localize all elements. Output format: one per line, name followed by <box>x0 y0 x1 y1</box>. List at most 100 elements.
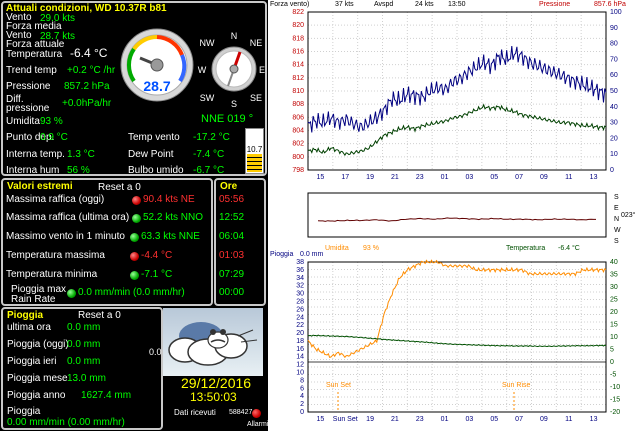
chart3-ytick-left-13: 26 <box>296 306 304 313</box>
chart3-xtick-2: 19 <box>366 416 374 423</box>
chart1-header-avspd-value: 24 kts <box>415 1 434 8</box>
chart1-ytick-left-8: 814 <box>292 62 304 69</box>
chart3-ytick-right-8: 20 <box>610 309 618 316</box>
chart1-ytick-right-6: 60 <box>610 72 618 79</box>
chart3-xtick-4: 23 <box>416 416 424 423</box>
rain-label-1: Pioggia (oggi) <box>7 339 69 350</box>
extreme-indicator-0 <box>132 196 141 205</box>
wind-pressure-chart: 798 800 802 804 806 808 810 812 814 816 818 820 822 0… <box>268 0 640 187</box>
rain-label-3: Pioggia mese <box>7 373 68 384</box>
chart3-header-humidity-value: 93 % <box>363 245 379 252</box>
chart3-ytick-left-10: 20 <box>296 330 304 337</box>
chart1-ytick-right-7: 70 <box>610 56 618 63</box>
extreme-label-2: Massimo vento in 1 minuto <box>6 231 125 242</box>
chart2-letter-2: N <box>614 216 619 223</box>
chart3-xtick-6: 03 <box>466 416 474 423</box>
chart1-ytick-right-5: 50 <box>610 88 618 95</box>
rain-reset[interactable]: Reset a 0 <box>78 311 121 321</box>
extreme-time-0: 05:56 <box>219 194 245 205</box>
wet-bulb-value: -6.7 °C <box>193 165 225 176</box>
compass-e: E <box>259 65 265 75</box>
chart1-xtick-7: 05 <box>490 174 498 181</box>
internal-hum-label: Interna hum <box>6 165 60 176</box>
data-received-label: Dati ricevuti <box>174 408 216 417</box>
wind-bar-meter: 10.7 <box>245 128 264 174</box>
rain-value-2: 0.0 mm <box>67 356 101 367</box>
chart3-xtick-0: 15 <box>317 416 325 423</box>
chart3-ytick-left-11: 22 <box>296 322 304 329</box>
compass-n: N <box>231 31 238 41</box>
chart1-ytick-left-11: 820 <box>292 22 304 29</box>
wind-direction-chart: SENWS 023° Pioggia <box>268 187 640 256</box>
compass-s: S <box>231 99 237 109</box>
chart2-series-direction <box>317 217 596 222</box>
wind-chill-value: -17.2 °C <box>193 132 230 143</box>
wind-bar-fill <box>247 154 262 172</box>
chart3-ytick-left-18: 36 <box>296 267 304 274</box>
chart1-ytick-right-4: 40 <box>610 104 618 111</box>
chart1-ytick-right-3: 30 <box>610 120 618 127</box>
wind-direction-value: NNE 019 ° <box>201 113 254 125</box>
chart1-xtick-9: 09 <box>540 174 548 181</box>
extreme-label-4: Temperatura minima <box>6 269 98 280</box>
extreme-indicator-4 <box>130 271 139 280</box>
extreme-time-2: 06:04 <box>219 231 245 242</box>
extreme-value-4: -7.1 °C <box>141 269 173 280</box>
chart1-ytick-left-5: 808 <box>292 101 304 108</box>
extremes-title: Valori estremi <box>7 181 73 192</box>
chart3-ytick-right-12: 40 <box>610 259 618 266</box>
chart1-ytick-left-12: 822 <box>292 9 304 16</box>
chart3-ytick-left-3: 6 <box>300 385 304 392</box>
wind-direction-compass: N NE E SE S SW W NW <box>198 31 265 109</box>
chart3-ytick-left-9: 18 <box>296 338 304 345</box>
chart3-ytick-left-7: 14 <box>296 354 304 361</box>
extreme-value-0: 90.4 kts NE <box>143 194 195 205</box>
chart1-ytick-left-9: 816 <box>292 49 304 56</box>
rain-rate-value: 0.00 mm/min (0.00 mm/hr) <box>7 417 125 428</box>
temp-label: Temperatura <box>6 49 63 60</box>
chart3-ytick-left-15: 30 <box>296 291 304 298</box>
chart3-ytick-right-6: 10 <box>610 334 618 341</box>
internal-hum-value: 56 % <box>67 165 90 176</box>
chart3-ytick-left-8: 16 <box>296 346 304 353</box>
chart1-ytick-right-1: 10 <box>610 151 618 158</box>
chart3-ytick-right-5: 5 <box>610 347 614 354</box>
chart1-header-pressure-value: 857.6 hPa <box>594 1 626 8</box>
humidity-value: 93 % <box>40 116 63 127</box>
alarm-label[interactable]: Allarmi <box>247 420 268 430</box>
chart3-xtick-9: 09 <box>540 416 548 423</box>
chart3-header-temp-value: -6.4 °C <box>558 245 580 252</box>
times-title: Ore <box>220 181 238 192</box>
chart1-ytick-left-1: 800 <box>292 154 304 161</box>
chart3-ytick-left-5: 10 <box>296 370 304 377</box>
wind-bar-value: 10.7 <box>246 145 263 154</box>
temp-value: -6.4 °C <box>70 46 108 60</box>
trend-label: Trend temp <box>6 65 57 76</box>
chart1-series-gust <box>307 46 607 133</box>
chart1-ytick-left-0: 798 <box>292 167 304 174</box>
wet-bulb-label: Bulbo umido <box>128 165 184 176</box>
compass-w: W <box>198 65 207 75</box>
chart3-ytick-right-9: 25 <box>610 297 618 304</box>
chart3-annotation-sunset: Sun Set <box>326 382 351 389</box>
extreme-label-3: Temperatura massima <box>6 250 105 261</box>
dew-point-label: Dew Point <box>128 149 174 160</box>
dew-point-value: -7.4 °C <box>193 149 225 160</box>
extreme-indicator-2 <box>130 233 139 242</box>
rain-label-0: ultima ora <box>7 322 51 333</box>
chart1-xtick-4: 23 <box>416 174 424 181</box>
diff-pressure-value: +0.0hPa/hr <box>62 98 112 109</box>
extremes-reset[interactable]: Reset a 0 <box>98 183 141 193</box>
chart2-direction-value: 023° <box>621 212 636 219</box>
chart1-xtick-2: 19 <box>366 174 374 181</box>
chart2-letter-1: E <box>614 205 619 212</box>
extreme-time-4: 07:29 <box>219 269 245 280</box>
extreme-label-2-5: Rain Rate <box>11 294 56 305</box>
extreme-indicator-3 <box>130 252 139 261</box>
pressure-label: Pressione <box>6 81 51 92</box>
extreme-label-1: Massima raffica (ultima ora) <box>6 212 130 223</box>
chart1-ytick-left-2: 802 <box>292 141 304 148</box>
chart1-ytick-right-9: 90 <box>610 25 618 32</box>
alarm-icon[interactable] <box>252 409 261 418</box>
chart1-xtick-6: 03 <box>466 174 474 181</box>
